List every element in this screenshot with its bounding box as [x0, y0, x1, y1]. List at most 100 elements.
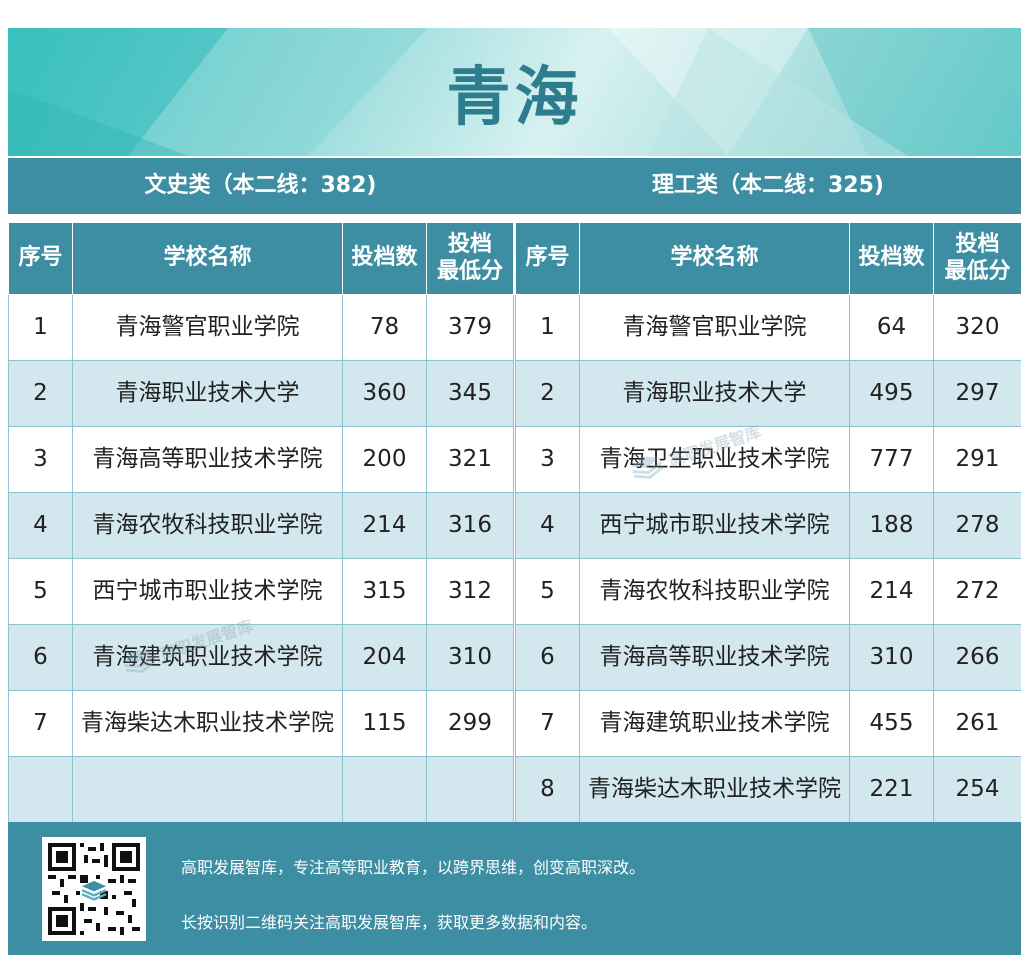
table-row: 4 青海农牧科技职业学院 214 316 — [8, 492, 514, 559]
table-header-row: 序号 学校名称 投档数 投档 最低分 — [8, 222, 514, 295]
cell-min-score: 266 — [933, 624, 1021, 691]
cell-count — [342, 756, 427, 823]
qr-code-icon[interactable] — [42, 837, 146, 941]
cell-index: 7 — [515, 690, 580, 757]
category-bar: 文史类（本二线：382) 理工类（本二线：325) — [8, 158, 1021, 214]
cell-index: 7 — [8, 690, 73, 757]
cell-count: 78 — [342, 294, 427, 361]
cell-count: 455 — [849, 690, 934, 757]
cell-school: 青海建筑职业技术学院 — [72, 624, 343, 691]
cell-index: 3 — [8, 426, 73, 493]
footer-slogan: 高职发展智库，专注高等职业教育，以跨界思维，创变高职深改。 — [181, 858, 646, 877]
header-count: 投档数 — [342, 222, 427, 295]
cell-min-score: 254 — [933, 756, 1021, 823]
cell-count: 221 — [849, 756, 934, 823]
cell-min-score: 310 — [426, 624, 514, 691]
liberal-arts-table-wrap: 序号 学校名称 投档数 投档 最低分 1 青海警官职业学院 78 379 2 青海职业技术大… — [8, 222, 514, 823]
table-row: 6 青海建筑职业技术学院 204 310 — [8, 624, 514, 691]
cell-index: 3 — [515, 426, 580, 493]
footer: 高职发展智库，专注高等职业教育，以跨界思维，创变高职深改。 长按识别二维码关注高… — [8, 822, 1021, 955]
footer-follow-hint: 长按识别二维码关注高职发展智库，获取更多数据和内容。 — [181, 913, 598, 932]
cell-index: 8 — [515, 756, 580, 823]
cell-index: 4 — [8, 492, 73, 559]
science-table-wrap: 序号 学校名称 投档数 投档 最低分 1 青海警官职业学院 64 320 2 青海职业技术大… — [515, 222, 1021, 823]
header-school: 学校名称 — [579, 222, 850, 295]
category-science: 理工类（本二线：325) — [652, 173, 884, 198]
cell-school: 青海职业技术大学 — [579, 360, 850, 427]
table-row: 1 青海警官职业学院 78 379 — [8, 294, 514, 361]
table-row: 1 青海警官职业学院 64 320 — [515, 294, 1021, 361]
cell-min-score: 261 — [933, 690, 1021, 757]
cell-index: 6 — [515, 624, 580, 691]
table-row: 5 西宁城市职业技术学院 315 312 — [8, 558, 514, 625]
cell-index: 1 — [8, 294, 73, 361]
cell-school: 青海农牧科技职业学院 — [72, 492, 343, 559]
page-title: 青海 — [446, 61, 583, 135]
cell-index: 5 — [515, 558, 580, 625]
cell-count: 777 — [849, 426, 934, 493]
cell-school: 青海建筑职业技术学院 — [579, 690, 850, 757]
header-school: 学校名称 — [72, 222, 343, 295]
cell-min-score: 272 — [933, 558, 1021, 625]
cell-index: 5 — [8, 558, 73, 625]
cell-index: 6 — [8, 624, 73, 691]
header-min-score: 投档 最低分 — [933, 222, 1021, 295]
liberal-arts-table-body: 1 青海警官职业学院 78 379 2 青海职业技术大学 360 345 3 青海高等职业技术学院… — [8, 294, 514, 823]
category-liberal-arts: 文史类（本二线：382) — [144, 173, 377, 198]
cell-count: 315 — [342, 558, 427, 625]
cell-min-score: 291 — [933, 426, 1021, 493]
cell-min-score: 379 — [426, 294, 514, 361]
cell-school: 西宁城市职业技术学院 — [72, 558, 343, 625]
table-row: 8 青海柴达木职业技术学院 221 254 — [515, 756, 1021, 823]
table-row: 5 青海农牧科技职业学院 214 272 — [515, 558, 1021, 625]
header-count: 投档数 — [849, 222, 934, 295]
cell-school: 青海高等职业技术学院 — [579, 624, 850, 691]
cell-school: 西宁城市职业技术学院 — [579, 492, 850, 559]
cell-count: 214 — [849, 558, 934, 625]
cell-count: 214 — [342, 492, 427, 559]
table-header-row: 序号 学校名称 投档数 投档 最低分 — [515, 222, 1021, 295]
cell-min-score: 345 — [426, 360, 514, 427]
cell-min-score: 321 — [426, 426, 514, 493]
cell-count: 360 — [342, 360, 427, 427]
cell-count: 310 — [849, 624, 934, 691]
header-min-score: 投档 最低分 — [426, 222, 514, 295]
cell-min-score: 297 — [933, 360, 1021, 427]
header-index: 序号 — [8, 222, 73, 295]
cell-index: 1 — [515, 294, 580, 361]
table-row: 3 青海高等职业技术学院 200 321 — [8, 426, 514, 493]
cell-min-score: 312 — [426, 558, 514, 625]
cell-school: 青海职业技术大学 — [72, 360, 343, 427]
cell-index: 4 — [515, 492, 580, 559]
banner: 青海 — [8, 28, 1021, 156]
cell-school: 青海柴达木职业技术学院 — [72, 690, 343, 757]
cell-school: 青海卫生职业技术学院 — [579, 426, 850, 493]
cell-count: 188 — [849, 492, 934, 559]
cell-count: 115 — [342, 690, 427, 757]
science-table: 序号 学校名称 投档数 投档 最低分 1 青海警官职业学院 64 320 2 青海职业技术大… — [515, 222, 1021, 823]
cell-min-score — [426, 756, 514, 823]
cell-school — [72, 756, 343, 823]
cell-count: 200 — [342, 426, 427, 493]
cell-min-score: 320 — [933, 294, 1021, 361]
table-row — [8, 756, 514, 823]
table-row: 7 青海柴达木职业技术学院 115 299 — [8, 690, 514, 757]
cell-count: 204 — [342, 624, 427, 691]
cell-index — [8, 756, 73, 823]
table-row: 7 青海建筑职业技术学院 455 261 — [515, 690, 1021, 757]
cell-index: 2 — [515, 360, 580, 427]
header-index: 序号 — [515, 222, 580, 295]
science-table-body: 1 青海警官职业学院 64 320 2 青海职业技术大学 495 297 3 青海卫生职业技术学院… — [515, 294, 1021, 823]
table-row: 4 西宁城市职业技术学院 188 278 — [515, 492, 1021, 559]
table-row: 2 青海职业技术大学 360 345 — [8, 360, 514, 427]
cell-school: 青海警官职业学院 — [72, 294, 343, 361]
cell-min-score: 316 — [426, 492, 514, 559]
table-row: 3 青海卫生职业技术学院 777 291 — [515, 426, 1021, 493]
table-row: 2 青海职业技术大学 495 297 — [515, 360, 1021, 427]
cell-school: 青海高等职业技术学院 — [72, 426, 343, 493]
cell-index: 2 — [8, 360, 73, 427]
table-row: 6 青海高等职业技术学院 310 266 — [515, 624, 1021, 691]
cell-min-score: 299 — [426, 690, 514, 757]
cell-count: 64 — [849, 294, 934, 361]
cell-school: 青海农牧科技职业学院 — [579, 558, 850, 625]
